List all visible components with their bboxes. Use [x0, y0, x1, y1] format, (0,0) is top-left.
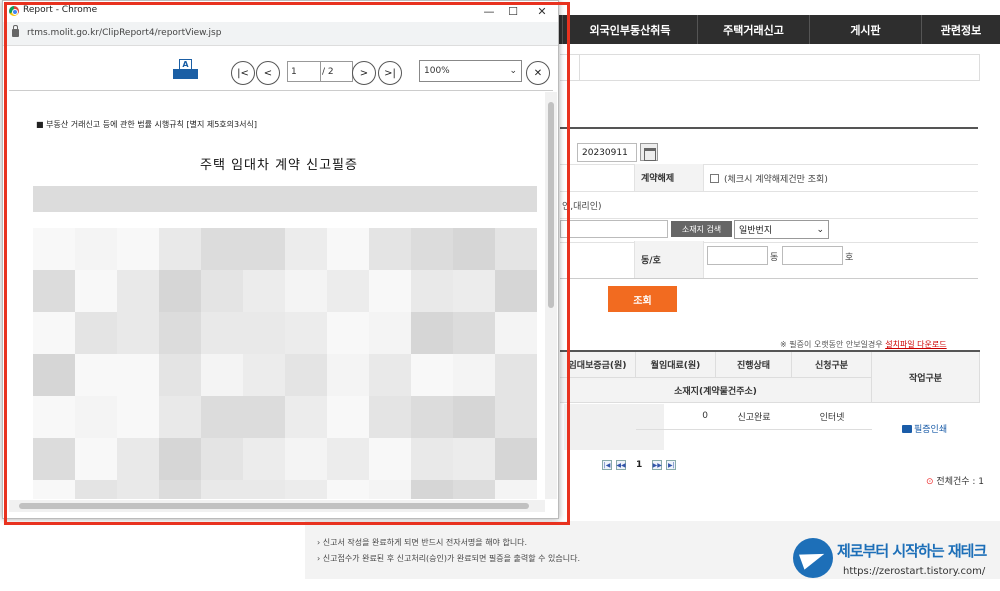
- total-count: ⊙ 전체건수 : 1: [926, 474, 984, 487]
- cancel-checkbox-text: (체크시 계약해제건만 조회): [724, 175, 828, 185]
- ho-input[interactable]: [782, 246, 843, 265]
- dong-suffix: 동: [770, 253, 779, 263]
- pager-prev-button[interactable]: ◀◀: [616, 460, 626, 470]
- cell-status: 신고완료: [716, 403, 792, 430]
- info-line: › 신고서 작성을 완료하게 되면 반드시 전자서명을 해야 합니다.: [317, 538, 528, 547]
- cancel-checkbox[interactable]: [710, 174, 719, 183]
- date-input[interactable]: 20230911: [577, 143, 637, 162]
- total-count-text: 전체건수 : 1: [936, 477, 985, 487]
- top-nav: 산 외국인부동산취득 주택거래신고 게시판 관련정보: [500, 15, 1000, 44]
- info-line: › 신고접수가 완료된 후 신고처리(승인)가 완료되면 필증을 출력할 수 있…: [317, 554, 581, 563]
- installer-notice: ※ 필증이 오랫동안 안보일경우 설치파일 다운로드: [780, 339, 947, 350]
- col-deposit: 임대보증금(원): [560, 352, 636, 378]
- nav-item-related-info[interactable]: 관련정보: [921, 15, 1000, 44]
- certificate-print-label: 필증인쇄: [914, 425, 948, 435]
- address-input[interactable]: [560, 220, 668, 238]
- nav-item-foreigner-acquisition[interactable]: 외국인부동산취득: [562, 15, 697, 44]
- col-address: 소재지(계약물건주소): [560, 378, 872, 403]
- dong-ho-label: 동/호: [634, 241, 704, 278]
- address-search-button[interactable]: 소재지 검색: [671, 221, 732, 237]
- col-status: 진행상태: [716, 352, 792, 378]
- watermark-brand: 제로부터 시작하는 재테크 https://zerostart.tistory.…: [793, 536, 993, 581]
- cell-monthly-rent: 0: [636, 403, 716, 430]
- pager-next-button[interactable]: ▶▶: [652, 460, 663, 470]
- nav-item-housing-report[interactable]: 주택거래신고: [697, 15, 809, 44]
- pager-current[interactable]: 1: [636, 460, 642, 470]
- paper-plane-icon: [793, 538, 833, 578]
- result-table: 임대보증금(원) 월임대료(원) 진행상태 신청구분 작업구분 소재지(계약물건…: [560, 350, 980, 455]
- pager-last-button[interactable]: ▶|: [666, 460, 677, 470]
- ho-suffix: 호: [845, 253, 854, 263]
- address-type-select[interactable]: 일반번지 ⌄: [734, 220, 829, 239]
- form-row-dongho: [560, 243, 978, 280]
- certificate-print-link[interactable]: 필증인쇄: [902, 422, 947, 435]
- search-button[interactable]: 조회: [608, 286, 677, 312]
- sub-bar: [560, 54, 980, 81]
- calendar-icon[interactable]: [640, 143, 658, 161]
- nav-item-board[interactable]: 게시판: [809, 15, 921, 44]
- pager-first-button[interactable]: |◀: [602, 460, 612, 470]
- notice-text: ※ 필증이 오랫동안 안보일경우: [780, 340, 883, 349]
- col-action: 작업구분: [872, 352, 980, 403]
- screen: 산 외국인부동산취득 주택거래신고 게시판 관련정보 20230911 계약해제…: [0, 0, 1000, 591]
- dong-input[interactable]: [707, 246, 768, 265]
- highlight-frame: [4, 2, 570, 525]
- form-row-agent: [560, 192, 978, 219]
- cancel-label: 계약해제: [634, 164, 704, 191]
- col-channel: 신청구분: [792, 352, 872, 378]
- address-type-value: 일반번지: [739, 226, 773, 236]
- col-monthly-rent: 월임대료(원): [636, 352, 716, 378]
- chevron-down-icon: ⌄: [816, 224, 824, 235]
- brand-url: https://zerostart.tistory.com/: [843, 566, 986, 577]
- brand-name: 제로부터 시작하는 재테크: [837, 542, 987, 560]
- installer-download-link[interactable]: 설치파일 다운로드: [885, 340, 946, 349]
- pagination: |◀ ◀◀ 1 ▶▶ ▶|: [602, 460, 677, 470]
- cell-channel: 인터넷: [792, 403, 872, 430]
- bullet-icon: ⊙: [926, 477, 934, 487]
- printer-icon: [902, 424, 912, 433]
